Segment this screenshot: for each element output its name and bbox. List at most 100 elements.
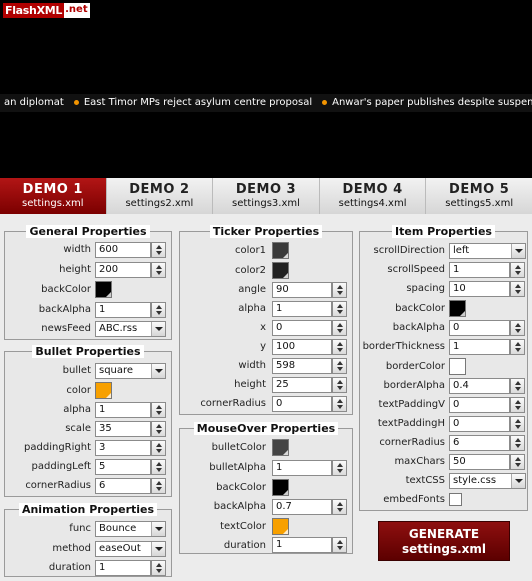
tab-title: DEMO 1 — [22, 182, 83, 197]
scrollspeed-stepper[interactable] — [510, 262, 525, 278]
paddingleft-input[interactable]: 5 — [95, 459, 151, 475]
angle-input[interactable]: 90 — [272, 282, 332, 298]
tab-demo-4[interactable]: DEMO 4 settings4.xml — [319, 178, 427, 214]
field-label: width — [63, 244, 91, 255]
tab-demo-2[interactable]: DEMO 2 settings2.xml — [106, 178, 214, 214]
mouseover-duration-input[interactable]: 1 — [272, 537, 332, 553]
bullet-alpha-stepper[interactable] — [151, 402, 166, 418]
textpaddingh-input[interactable]: 0 — [449, 416, 510, 432]
borderthickness-stepper[interactable] — [510, 339, 525, 355]
textcss-select[interactable]: style.css — [449, 473, 526, 489]
scrollspeed-input[interactable]: 1 — [449, 262, 510, 278]
ticker-height-input[interactable]: 25 — [272, 377, 332, 393]
paddingleft-stepper[interactable] — [151, 459, 166, 475]
textpaddingv-input[interactable]: 0 — [449, 397, 510, 413]
field-label: scale — [65, 423, 91, 434]
ticker-alpha-input[interactable]: 1 — [272, 301, 332, 317]
item-backalpha-stepper[interactable] — [510, 320, 525, 336]
field-label: backAlpha — [213, 501, 266, 512]
bullet-color-swatch[interactable] — [95, 382, 112, 399]
spacing-stepper[interactable] — [510, 281, 525, 297]
maxchars-stepper[interactable] — [510, 454, 525, 470]
textpaddingh-stepper[interactable] — [510, 416, 525, 432]
tab-demo-1[interactable]: DEMO 1 settings.xml — [0, 178, 107, 214]
item-cornerradius-stepper[interactable] — [510, 435, 525, 451]
bulletalpha-stepper[interactable] — [332, 460, 347, 476]
spacing-input[interactable]: 10 — [449, 281, 510, 297]
backalpha-input[interactable]: 1 — [95, 302, 151, 318]
bulletcolor-swatch[interactable] — [272, 439, 289, 456]
y-stepper[interactable] — [332, 339, 347, 355]
mouseover-duration-stepper[interactable] — [332, 537, 347, 553]
width-input[interactable]: 600 — [95, 242, 151, 258]
item-backcolor-swatch[interactable] — [449, 300, 466, 317]
field-label: borderAlpha — [383, 380, 445, 391]
func-select[interactable]: Bounce — [95, 521, 166, 537]
mouseover-backcolor-swatch[interactable] — [272, 479, 289, 496]
textcolor-swatch[interactable] — [272, 518, 289, 535]
bullet-icon — [73, 100, 79, 105]
y-input[interactable]: 100 — [272, 339, 332, 355]
borderalpha-input[interactable]: 0.4 — [449, 378, 510, 394]
textpaddingv-stepper[interactable] — [510, 397, 525, 413]
ticker-preview: FlashXML .net an diplomat East Timor MPs… — [0, 0, 532, 178]
item-backalpha-input[interactable]: 0 — [449, 320, 510, 336]
x-stepper[interactable] — [332, 320, 347, 336]
borderthickness-input[interactable]: 1 — [449, 339, 510, 355]
angle-stepper[interactable] — [332, 282, 347, 298]
width-stepper[interactable] — [151, 242, 166, 258]
ticker-alpha-stepper[interactable] — [332, 301, 347, 317]
field-label: func — [69, 523, 91, 534]
ticker-cornerradius-stepper[interactable] — [332, 396, 347, 412]
item-cornerradius-input[interactable]: 6 — [449, 435, 510, 451]
field-label: backColor — [41, 284, 91, 295]
ticker-cornerradius-input[interactable]: 0 — [272, 396, 332, 412]
animation-duration-input[interactable]: 1 — [95, 560, 151, 576]
maxchars-input[interactable]: 50 — [449, 454, 510, 470]
tab-demo-5[interactable]: DEMO 5 settings5.xml — [426, 178, 532, 214]
ticker-item[interactable]: East Timor MPs reject asylum centre prop… — [73, 97, 312, 108]
ticker-height-stepper[interactable] — [332, 377, 347, 393]
scale-stepper[interactable] — [151, 421, 166, 437]
field-label: x — [260, 322, 266, 333]
x-input[interactable]: 0 — [272, 320, 332, 336]
newsfeed-select[interactable]: ABC.rss — [95, 321, 166, 337]
tab-subtitle: settings4.xml — [338, 198, 407, 209]
ticker-width-input[interactable]: 598 — [272, 358, 332, 374]
bulletalpha-input[interactable]: 1 — [272, 460, 332, 476]
field-label: duration — [48, 562, 91, 573]
field-label: color1 — [235, 245, 266, 256]
color1-swatch[interactable] — [272, 242, 289, 259]
ticker-item[interactable]: an diplomat — [4, 97, 64, 108]
generate-settings-button[interactable]: GENERATE settings.xml — [378, 521, 510, 561]
height-stepper[interactable] — [151, 262, 166, 278]
mouseover-backalpha-input[interactable]: 0.7 — [272, 499, 332, 515]
scrolldirection-select[interactable]: left — [449, 243, 526, 259]
color2-swatch[interactable] — [272, 262, 289, 279]
flashxml-logo[interactable]: FlashXML .net — [3, 3, 90, 18]
embedfonts-checkbox[interactable] — [449, 493, 462, 506]
ticker-item[interactable]: Anwar's paper publishes despite suspen — [322, 97, 532, 108]
tab-demo-3[interactable]: DEMO 3 settings3.xml — [213, 178, 320, 214]
method-select[interactable]: easeOut — [95, 541, 166, 557]
animation-duration-stepper[interactable] — [151, 560, 166, 576]
tab-subtitle: settings3.xml — [232, 198, 300, 209]
chevron-down-icon — [151, 522, 165, 536]
scale-input[interactable]: 35 — [95, 421, 151, 437]
borderalpha-stepper[interactable] — [510, 378, 525, 394]
backalpha-stepper[interactable] — [151, 302, 166, 318]
field-label: height — [59, 264, 91, 275]
tab-title: DEMO 3 — [235, 182, 297, 197]
backcolor-swatch[interactable] — [95, 281, 112, 298]
paddingright-input[interactable]: 3 — [95, 440, 151, 456]
chevron-down-icon — [151, 542, 165, 556]
bullet-alpha-input[interactable]: 1 — [95, 402, 151, 418]
height-input[interactable]: 200 — [95, 262, 151, 278]
paddingright-stepper[interactable] — [151, 440, 166, 456]
bordercolor-swatch[interactable] — [449, 358, 466, 375]
ticker-width-stepper[interactable] — [332, 358, 347, 374]
mouseover-backalpha-stepper[interactable] — [332, 499, 347, 515]
bullet-shape-select[interactable]: square — [95, 363, 166, 379]
bullet-cornerradius-stepper[interactable] — [151, 478, 166, 494]
bullet-cornerradius-input[interactable]: 6 — [95, 478, 151, 494]
